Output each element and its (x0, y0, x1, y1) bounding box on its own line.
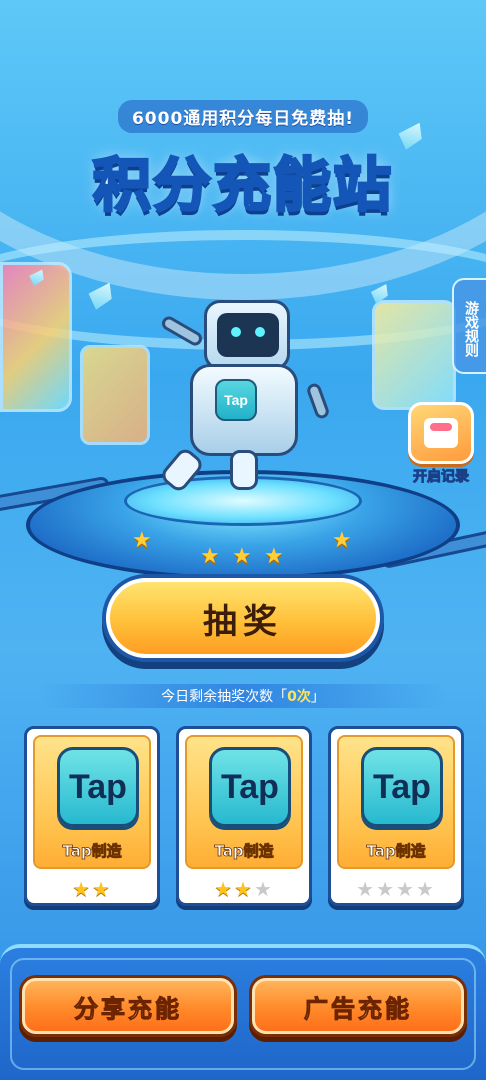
prize-card-name: Tap制造 (214, 842, 274, 861)
star-empty-icon: ★ (376, 877, 396, 901)
robot-tap-badge: Tap (215, 379, 257, 421)
ad-charge-button[interactable]: 广告充能 (252, 978, 464, 1034)
star-filled-icon: ★ (72, 877, 92, 901)
draw-button[interactable]: 抽奖 (106, 578, 380, 658)
open-records-label: 开启记录 (413, 469, 470, 486)
promo-subtitle: 6000通用积分每日免费抽! (0, 100, 486, 133)
star-icon: ★ (232, 544, 252, 569)
ad-charge-label: 广告充能 (304, 994, 412, 1023)
prize-card[interactable]: Tap Tap制造 ★★ (24, 726, 160, 906)
star-empty-icon: ★ (356, 877, 377, 901)
tap-logo-icon: Tap (57, 747, 139, 827)
prize-card-stars: ★★★ (185, 877, 303, 901)
share-charge-label: 分享充能 (74, 994, 182, 1023)
star-icon: ★ (200, 544, 220, 569)
prize-card[interactable]: Tap Tap制造 ★★★★ (328, 726, 464, 906)
star-empty-icon: ★ (396, 877, 416, 901)
promo-subtitle-text: 6000通用积分每日免费抽! (117, 100, 369, 133)
robot-arm-right (305, 381, 331, 421)
robot-head (204, 300, 290, 370)
prize-card-art: Tap Tap制造 (337, 735, 455, 869)
tap-logo-icon: Tap (361, 747, 443, 827)
star-icon: ★ (264, 544, 284, 569)
star-icon: ★ (132, 528, 152, 553)
robot-arm-left (159, 313, 205, 349)
robot-eye (255, 327, 265, 337)
share-charge-button[interactable]: 分享充能 (22, 978, 234, 1034)
prize-card[interactable]: Tap Tap制造 ★★★ (176, 726, 312, 906)
robot-eye (231, 327, 241, 337)
hologram-panel-right (372, 300, 456, 410)
remaining-count: 0次 (287, 689, 311, 705)
hologram-panel-left-small (80, 345, 150, 445)
tap-logo-icon: Tap (209, 747, 291, 827)
star-empty-icon: ★ (253, 877, 274, 901)
remaining-draws: 今日剩余抽奖次数「0次」 (0, 684, 486, 708)
star-empty-icon: ★ (415, 877, 436, 901)
star-filled-icon: ★ (214, 877, 235, 901)
draw-button-label: 抽奖 (203, 601, 283, 642)
robot-face (217, 313, 279, 357)
prize-card-name: Tap制造 (366, 842, 426, 861)
game-rules-tab[interactable]: 游戏规则 (452, 278, 486, 374)
gift-bag-icon (408, 402, 474, 464)
remaining-draws-box: 今日剩余抽奖次数「0次」 (41, 684, 445, 708)
star-icon: ★ (332, 528, 352, 553)
star-filled-icon: ★ (92, 877, 112, 901)
star-filled-icon: ★ (234, 877, 254, 901)
remaining-suffix: 」 (310, 689, 325, 705)
open-records-button[interactable]: 开启记录 (404, 402, 478, 490)
prize-card-art: Tap Tap制造 (33, 735, 151, 869)
robot-leg-right (230, 450, 258, 490)
prize-card-art: Tap Tap制造 (185, 735, 303, 869)
robot-body: Tap (190, 364, 298, 456)
page-title: 积分充能站 (91, 150, 393, 221)
prize-card-stars: ★★ (33, 877, 151, 901)
robot-mascot: Tap (158, 284, 340, 500)
prize-card-name: Tap制造 (62, 842, 122, 861)
remaining-prefix: 今日剩余抽奖次数「 (161, 689, 288, 705)
prize-card-stars: ★★★★ (337, 877, 455, 901)
